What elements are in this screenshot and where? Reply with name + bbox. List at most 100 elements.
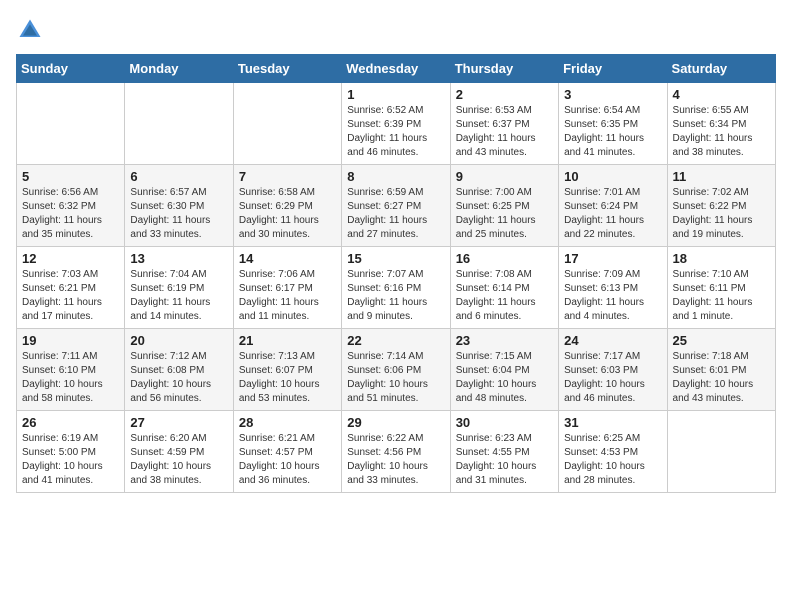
day-info: Sunrise: 7:12 AM Sunset: 6:08 PM Dayligh… bbox=[130, 350, 227, 406]
calendar-cell: 27 Sunrise: 6:20 AM Sunset: 4:59 PM Dayli… bbox=[125, 411, 233, 493]
day-number: 1 bbox=[347, 87, 444, 102]
calendar-cell: 22 Sunrise: 7:14 AM Sunset: 6:06 PM Dayli… bbox=[342, 329, 450, 411]
day-info: Sunrise: 6:20 AM Sunset: 4:59 PM Dayligh… bbox=[130, 432, 227, 488]
logo bbox=[16, 16, 48, 44]
weekday-header-row: SundayMondayTuesdayWednesdayThursdayFrid… bbox=[17, 55, 776, 83]
calendar-cell: 1 Sunrise: 6:52 AM Sunset: 6:39 PM Daylig… bbox=[342, 83, 450, 165]
day-info: Sunrise: 7:01 AM Sunset: 6:24 PM Dayligh… bbox=[564, 186, 661, 242]
day-info: Sunrise: 7:02 AM Sunset: 6:22 PM Dayligh… bbox=[673, 186, 770, 242]
calendar-cell: 19 Sunrise: 7:11 AM Sunset: 6:10 PM Dayli… bbox=[17, 329, 125, 411]
day-number: 4 bbox=[673, 87, 770, 102]
calendar-cell bbox=[667, 411, 775, 493]
day-info: Sunrise: 7:06 AM Sunset: 6:17 PM Dayligh… bbox=[239, 268, 336, 324]
page-header bbox=[16, 16, 776, 44]
calendar-week-row: 5 Sunrise: 6:56 AM Sunset: 6:32 PM Daylig… bbox=[17, 165, 776, 247]
day-info: Sunrise: 6:52 AM Sunset: 6:39 PM Dayligh… bbox=[347, 104, 444, 160]
calendar-cell: 28Sunrise: 6:21 AM Sunset: 4:57 PM Dayli… bbox=[233, 411, 341, 493]
day-info: Sunrise: 6:53 AM Sunset: 6:37 PM Dayligh… bbox=[456, 104, 553, 160]
day-info: Sunrise: 6:58 AM Sunset: 6:29 PM Dayligh… bbox=[239, 186, 336, 242]
weekday-header: Tuesday bbox=[233, 55, 341, 83]
day-number: 2 bbox=[456, 87, 553, 102]
day-number: 8 bbox=[347, 169, 444, 184]
weekday-header: Saturday bbox=[667, 55, 775, 83]
day-number: 27 bbox=[130, 415, 227, 430]
calendar-cell: 4 Sunrise: 6:55 AM Sunset: 6:34 PM Daylig… bbox=[667, 83, 775, 165]
day-number: 13 bbox=[130, 251, 227, 266]
day-info: Sunrise: 7:17 AM Sunset: 6:03 PM Dayligh… bbox=[564, 350, 661, 406]
day-info: Sunrise: 7:07 AM Sunset: 6:16 PM Dayligh… bbox=[347, 268, 444, 324]
calendar-cell: 13 Sunrise: 7:04 AM Sunset: 6:19 PM Dayli… bbox=[125, 247, 233, 329]
calendar-cell: 18 Sunrise: 7:10 AM Sunset: 6:11 PM Dayli… bbox=[667, 247, 775, 329]
calendar-cell: 7Sunrise: 6:58 AM Sunset: 6:29 PM Daylig… bbox=[233, 165, 341, 247]
calendar-cell: 6 Sunrise: 6:57 AM Sunset: 6:30 PM Daylig… bbox=[125, 165, 233, 247]
day-number: 20 bbox=[130, 333, 227, 348]
day-number: 21 bbox=[239, 333, 336, 348]
calendar-cell: 10 Sunrise: 7:01 AM Sunset: 6:24 PM Dayli… bbox=[559, 165, 667, 247]
day-info: Sunrise: 6:54 AM Sunset: 6:35 PM Dayligh… bbox=[564, 104, 661, 160]
day-number: 29 bbox=[347, 415, 444, 430]
day-number: 16 bbox=[456, 251, 553, 266]
calendar-cell: 3 Sunrise: 6:54 AM Sunset: 6:35 PM Daylig… bbox=[559, 83, 667, 165]
day-number: 18 bbox=[673, 251, 770, 266]
calendar-cell bbox=[233, 83, 341, 165]
calendar-cell bbox=[17, 83, 125, 165]
calendar-table: SundayMondayTuesdayWednesdayThursdayFrid… bbox=[16, 54, 776, 493]
day-info: Sunrise: 6:57 AM Sunset: 6:30 PM Dayligh… bbox=[130, 186, 227, 242]
day-info: Sunrise: 7:15 AM Sunset: 6:04 PM Dayligh… bbox=[456, 350, 553, 406]
day-number: 6 bbox=[130, 169, 227, 184]
day-number: 15 bbox=[347, 251, 444, 266]
calendar-cell: 30Sunrise: 6:23 AM Sunset: 4:55 PM Dayli… bbox=[450, 411, 558, 493]
weekday-header: Sunday bbox=[17, 55, 125, 83]
day-number: 30 bbox=[456, 415, 553, 430]
calendar-cell: 14 Sunrise: 7:06 AM Sunset: 6:17 PM Dayli… bbox=[233, 247, 341, 329]
calendar-cell: 15 Sunrise: 7:07 AM Sunset: 6:16 PM Dayli… bbox=[342, 247, 450, 329]
day-info: Sunrise: 7:10 AM Sunset: 6:11 PM Dayligh… bbox=[673, 268, 770, 324]
day-number: 11 bbox=[673, 169, 770, 184]
day-info: Sunrise: 7:11 AM Sunset: 6:10 PM Dayligh… bbox=[22, 350, 119, 406]
calendar-cell: 17 Sunrise: 7:09 AM Sunset: 6:13 PM Dayli… bbox=[559, 247, 667, 329]
calendar-cell: 31 Sunrise: 6:25 AM Sunset: 4:53 PM Dayli… bbox=[559, 411, 667, 493]
logo-icon bbox=[16, 16, 44, 44]
day-info: Sunrise: 7:04 AM Sunset: 6:19 PM Dayligh… bbox=[130, 268, 227, 324]
calendar-cell: 8 Sunrise: 6:59 AM Sunset: 6:27 PM Daylig… bbox=[342, 165, 450, 247]
calendar-week-row: 12Sunrise: 7:03 AM Sunset: 6:21 PM Dayli… bbox=[17, 247, 776, 329]
calendar-cell: 9 Sunrise: 7:00 AM Sunset: 6:25 PM Daylig… bbox=[450, 165, 558, 247]
day-info: Sunrise: 6:59 AM Sunset: 6:27 PM Dayligh… bbox=[347, 186, 444, 242]
calendar-cell: 16 Sunrise: 7:08 AM Sunset: 6:14 PM Dayli… bbox=[450, 247, 558, 329]
calendar-cell: 24 Sunrise: 7:17 AM Sunset: 6:03 PM Dayli… bbox=[559, 329, 667, 411]
calendar-week-row: 19 Sunrise: 7:11 AM Sunset: 6:10 PM Dayli… bbox=[17, 329, 776, 411]
calendar-cell: 5 Sunrise: 6:56 AM Sunset: 6:32 PM Daylig… bbox=[17, 165, 125, 247]
day-info: Sunrise: 7:08 AM Sunset: 6:14 PM Dayligh… bbox=[456, 268, 553, 324]
day-info: Sunrise: 6:56 AM Sunset: 6:32 PM Dayligh… bbox=[22, 186, 119, 242]
day-number: 23 bbox=[456, 333, 553, 348]
day-info: Sunrise: 7:00 AM Sunset: 6:25 PM Dayligh… bbox=[456, 186, 553, 242]
day-number: 17 bbox=[564, 251, 661, 266]
day-number: 22 bbox=[347, 333, 444, 348]
day-info: Sunrise: 6:22 AM Sunset: 4:56 PM Dayligh… bbox=[347, 432, 444, 488]
day-info: Sunrise: 7:09 AM Sunset: 6:13 PM Dayligh… bbox=[564, 268, 661, 324]
day-number: 10 bbox=[564, 169, 661, 184]
weekday-header: Monday bbox=[125, 55, 233, 83]
day-info: Sunrise: 7:18 AM Sunset: 6:01 PM Dayligh… bbox=[673, 350, 770, 406]
day-info: Sunrise: 6:25 AM Sunset: 4:53 PM Dayligh… bbox=[564, 432, 661, 488]
day-info: Sunrise: 6:21 AM Sunset: 4:57 PM Dayligh… bbox=[239, 432, 336, 488]
calendar-cell bbox=[125, 83, 233, 165]
day-info: Sunrise: 7:03 AM Sunset: 6:21 PM Dayligh… bbox=[22, 268, 119, 324]
day-number: 19 bbox=[22, 333, 119, 348]
day-info: Sunrise: 7:13 AM Sunset: 6:07 PM Dayligh… bbox=[239, 350, 336, 406]
weekday-header: Wednesday bbox=[342, 55, 450, 83]
day-number: 14 bbox=[239, 251, 336, 266]
calendar-cell: 23 Sunrise: 7:15 AM Sunset: 6:04 PM Dayli… bbox=[450, 329, 558, 411]
day-info: Sunrise: 7:14 AM Sunset: 6:06 PM Dayligh… bbox=[347, 350, 444, 406]
day-info: Sunrise: 6:55 AM Sunset: 6:34 PM Dayligh… bbox=[673, 104, 770, 160]
day-number: 24 bbox=[564, 333, 661, 348]
day-number: 9 bbox=[456, 169, 553, 184]
calendar-cell: 11 Sunrise: 7:02 AM Sunset: 6:22 PM Dayli… bbox=[667, 165, 775, 247]
day-number: 31 bbox=[564, 415, 661, 430]
day-number: 3 bbox=[564, 87, 661, 102]
weekday-header: Thursday bbox=[450, 55, 558, 83]
calendar-cell: 29 Sunrise: 6:22 AM Sunset: 4:56 PM Dayli… bbox=[342, 411, 450, 493]
day-number: 5 bbox=[22, 169, 119, 184]
calendar-cell: 2 Sunrise: 6:53 AM Sunset: 6:37 PM Daylig… bbox=[450, 83, 558, 165]
day-number: 26 bbox=[22, 415, 119, 430]
